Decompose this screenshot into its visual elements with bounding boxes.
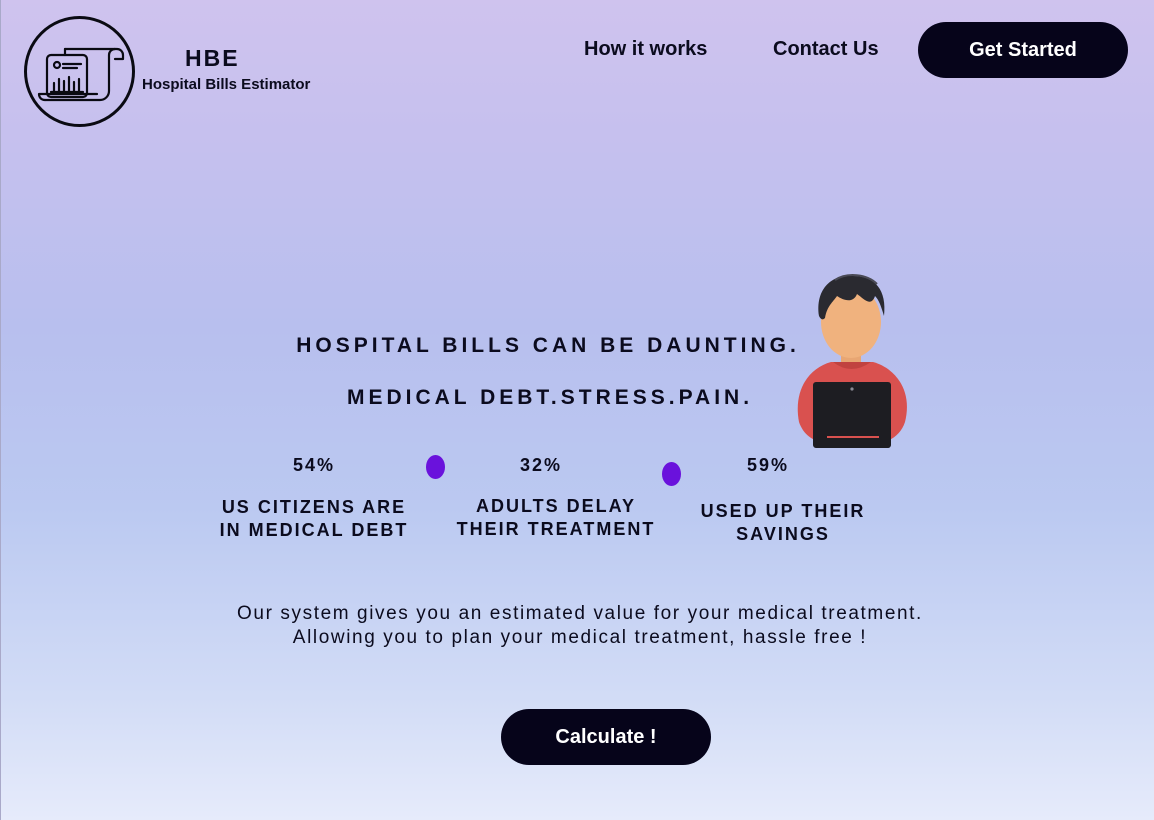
hero-subheadline: MEDICAL DEBT.STRESS.PAIN. [346, 386, 754, 409]
bill-chart-scroll-icon [37, 47, 125, 102]
stat-label-line: SAVINGS [736, 524, 830, 544]
person-with-laptop-illustration [797, 274, 907, 448]
brand-abbreviation: HBE [185, 45, 240, 71]
stat-label-line: USED UP THEIR [700, 501, 866, 521]
stat-label-line: IN MEDICAL DEBT [219, 520, 409, 540]
stat-value: 32% [519, 455, 563, 475]
hero-headline: HOSPITAL BILLS CAN BE DAUNTING. [296, 334, 800, 357]
nav-contact-us[interactable]: Contact Us [773, 38, 879, 61]
stat-label-line: ADULTS DELAY [475, 496, 636, 516]
stat-value: 59% [746, 455, 790, 475]
separator-dot [426, 455, 445, 479]
stat-value: 54% [292, 455, 336, 475]
stat-label: US CITIZENS ARE IN MEDICAL DEBT [194, 496, 434, 542]
stat-label: USED UP THEIR SAVINGS [663, 500, 903, 546]
nav-how-it-works[interactable]: How it works [584, 38, 707, 61]
description-line: Allowing you to plan your medical treatm… [292, 627, 868, 648]
logo[interactable] [24, 16, 135, 127]
calculate-button[interactable]: Calculate ! [501, 709, 711, 765]
separator-dot [662, 462, 681, 486]
stat-label-line: US CITIZENS ARE [221, 497, 407, 517]
stat-label: ADULTS DELAY THEIR TREATMENT [436, 495, 676, 541]
brand-name: Hospital Bills Estimator [142, 76, 311, 93]
stat-label-line: THEIR TREATMENT [456, 519, 656, 539]
description-line: Our system gives you an estimated value … [237, 603, 923, 624]
get-started-button[interactable]: Get Started [918, 22, 1128, 78]
